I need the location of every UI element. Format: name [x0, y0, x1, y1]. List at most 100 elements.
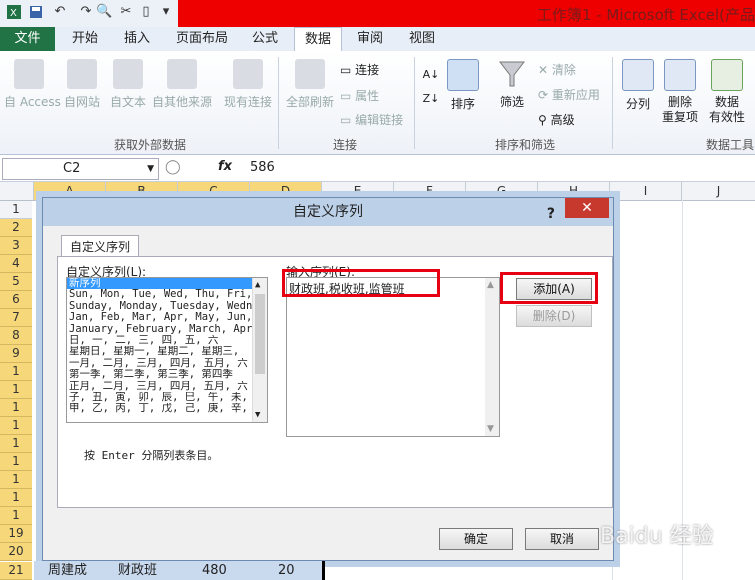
dialog-title: 自定义序列 [293, 204, 363, 220]
close-icon[interactable]: ✕ [565, 198, 609, 218]
list-item[interactable]: 星期日, 星期一, 星期二, 星期三, [67, 346, 255, 357]
cancel-button[interactable]: 取消 [525, 528, 599, 550]
cell-name[interactable]: 周建成 [48, 561, 87, 580]
customize-qat-icon[interactable]: ▾ [158, 4, 174, 20]
chevron-down-icon[interactable]: ▼ [487, 424, 494, 434]
formula-bar-expand-icon[interactable]: ◯ [165, 159, 181, 175]
tab-view[interactable]: 视图 [400, 27, 444, 51]
row-header[interactable]: 9 [0, 345, 32, 363]
list-entries-textarea[interactable]: 财政班,税收班,监管班 ▲ ▼ [286, 277, 500, 437]
row-header[interactable]: 2 [0, 219, 32, 237]
row-header[interactable]: 1 [0, 507, 32, 525]
tab-insert[interactable]: 插入 [114, 27, 160, 51]
chevron-up-icon[interactable]: ▲ [255, 280, 260, 290]
refresh-all-button[interactable]: 全部刷新 [284, 59, 336, 110]
excel-logo-icon: X [6, 4, 22, 20]
list-item[interactable]: Jan, Feb, Mar, Apr, May, Jun, J [67, 312, 255, 323]
row-header[interactable]: 20 [0, 543, 32, 561]
tab-review[interactable]: 审阅 [348, 27, 392, 51]
formula-value[interactable]: 586 [250, 160, 275, 175]
sort-ascending-icon[interactable]: A↓ Z↓ [420, 63, 442, 111]
new-document-icon[interactable]: ▯ [138, 4, 154, 20]
from-access-button[interactable]: 自 Access [4, 59, 61, 110]
cell-d[interactable]: 20 [278, 561, 295, 580]
list-item[interactable]: 正月, 二月, 三月, 四月, 五月, 六 [67, 381, 255, 392]
row-header[interactable]: 1 [0, 363, 32, 381]
tools-icon[interactable]: ✂ [118, 4, 134, 20]
list-item[interactable]: 新序列 [67, 278, 255, 290]
list-item[interactable]: 一月, 二月, 三月, 四月, 五月, 六 [67, 358, 255, 369]
list-item[interactable]: 日, 一, 二, 三, 四, 五, 六 [67, 335, 255, 346]
group-connections: 连接 [332, 138, 357, 152]
row-header[interactable]: 1 [0, 381, 32, 399]
help-icon[interactable]: ? [547, 200, 555, 228]
row-header[interactable]: 1 [0, 471, 32, 489]
column-header[interactable]: J [682, 182, 755, 200]
dialog-title-bar[interactable]: 自定义序列 ? ✕ [43, 198, 613, 226]
filter-button[interactable]: 筛选 [494, 59, 530, 110]
entries-scrollbar[interactable]: ▲ ▼ [485, 278, 499, 436]
row-header[interactable]: 1 [0, 399, 32, 417]
row-header[interactable]: 19 [0, 525, 32, 543]
row-header[interactable]: 5 [0, 273, 32, 291]
row-header[interactable]: 1 [0, 489, 32, 507]
existing-connections-button[interactable]: 现有连接 [222, 59, 274, 110]
from-other-sources-button[interactable]: 自其他来源 [150, 59, 214, 110]
insert-function-icon[interactable]: fx [218, 159, 232, 174]
row-header[interactable]: 7 [0, 309, 32, 327]
list-item[interactable]: Sun, Mon, Tue, Wed, Thu, Fri, S [67, 289, 255, 300]
tab-page-layout[interactable]: 页面布局 [170, 27, 234, 51]
select-all-corner[interactable] [0, 182, 34, 200]
watermark: Baidu 经验 [600, 524, 714, 549]
tab-formulas[interactable]: 公式 [244, 27, 286, 51]
redo-icon[interactable]: ↷ [78, 4, 94, 20]
cell-class[interactable]: 财政班 [118, 561, 157, 580]
save-icon[interactable] [28, 4, 44, 20]
group-separator [612, 57, 613, 149]
scrollbar-thumb[interactable] [255, 294, 265, 374]
delete-button[interactable]: 删除(D) [516, 305, 592, 327]
row-header[interactable]: 1 [0, 435, 32, 453]
connections-button[interactable]: ▭ 连接 [340, 61, 379, 78]
ok-button[interactable]: 确定 [439, 528, 513, 550]
data-validation-button[interactable]: 数据 有效性 [704, 59, 750, 125]
table-row: 周建成 财政班 480 20 [0, 561, 755, 580]
edit-links-button[interactable]: ▭ 编辑链接 [340, 111, 403, 128]
properties-button[interactable]: ▭ 属性 [340, 87, 379, 104]
list-item[interactable]: Sunday, Monday, Tuesday, Wednes [67, 301, 255, 312]
chevron-up-icon[interactable]: ▲ [487, 280, 494, 290]
list-item[interactable]: 甲, 乙, 丙, 丁, 戊, 己, 庚, 辛, [67, 403, 255, 414]
list-item[interactable]: 第一季, 第二季, 第三季, 第四季 [67, 369, 255, 380]
row-header[interactable]: 8 [0, 327, 32, 345]
chevron-down-icon[interactable]: ▼ [255, 410, 260, 420]
row-header[interactable]: 6 [0, 291, 32, 309]
undo-icon[interactable]: ↶ [52, 4, 68, 20]
sort-button[interactable]: 排序 [446, 59, 480, 112]
cell-c[interactable]: 480 [202, 561, 227, 580]
row-header[interactable]: 1 [0, 417, 32, 435]
from-text-button[interactable]: 自文本 [106, 59, 150, 110]
name-box[interactable]: C2 ▼ [2, 158, 159, 180]
custom-lists-listbox[interactable]: 新序列 Sun, Mon, Tue, Wed, Thu, Fri, S Sund… [66, 277, 268, 423]
row-header[interactable]: 1 [0, 201, 32, 219]
row-header[interactable]: 4 [0, 255, 32, 273]
clear-filter-button[interactable]: ✕ 清除 [538, 61, 576, 78]
remove-duplicates-button[interactable]: 删除 重复项 [660, 59, 700, 125]
list-item[interactable]: January, February, March, April, [67, 324, 255, 335]
group-separator [414, 57, 415, 149]
advanced-filter-button[interactable]: ⚲ 高级 [538, 111, 575, 128]
column-header[interactable]: I [610, 182, 682, 200]
from-web-button[interactable]: 自网站 [60, 59, 104, 110]
reapply-button[interactable]: ⟳ 重新应用 [538, 86, 600, 103]
tab-home[interactable]: 开始 [62, 27, 108, 51]
list-item[interactable]: 子, 丑, 寅, 卯, 辰, 巳, 午, 未, [67, 392, 255, 403]
print-preview-icon[interactable]: 🔍 [96, 4, 112, 20]
row-header[interactable]: 3 [0, 237, 32, 255]
tab-file[interactable]: 文件 [0, 27, 55, 51]
row-header[interactable]: 1 [0, 453, 32, 471]
tab-data[interactable]: 数据 [294, 27, 342, 52]
dialog-panel: 自定义序列(L): 新序列 Sun, Mon, Tue, Wed, Thu, F… [57, 256, 613, 508]
list-scrollbar[interactable]: ▲ ▼ [252, 278, 267, 422]
tab-custom-lists[interactable]: 自定义序列 [61, 235, 139, 258]
text-to-columns-button[interactable]: 分列 [618, 59, 658, 112]
